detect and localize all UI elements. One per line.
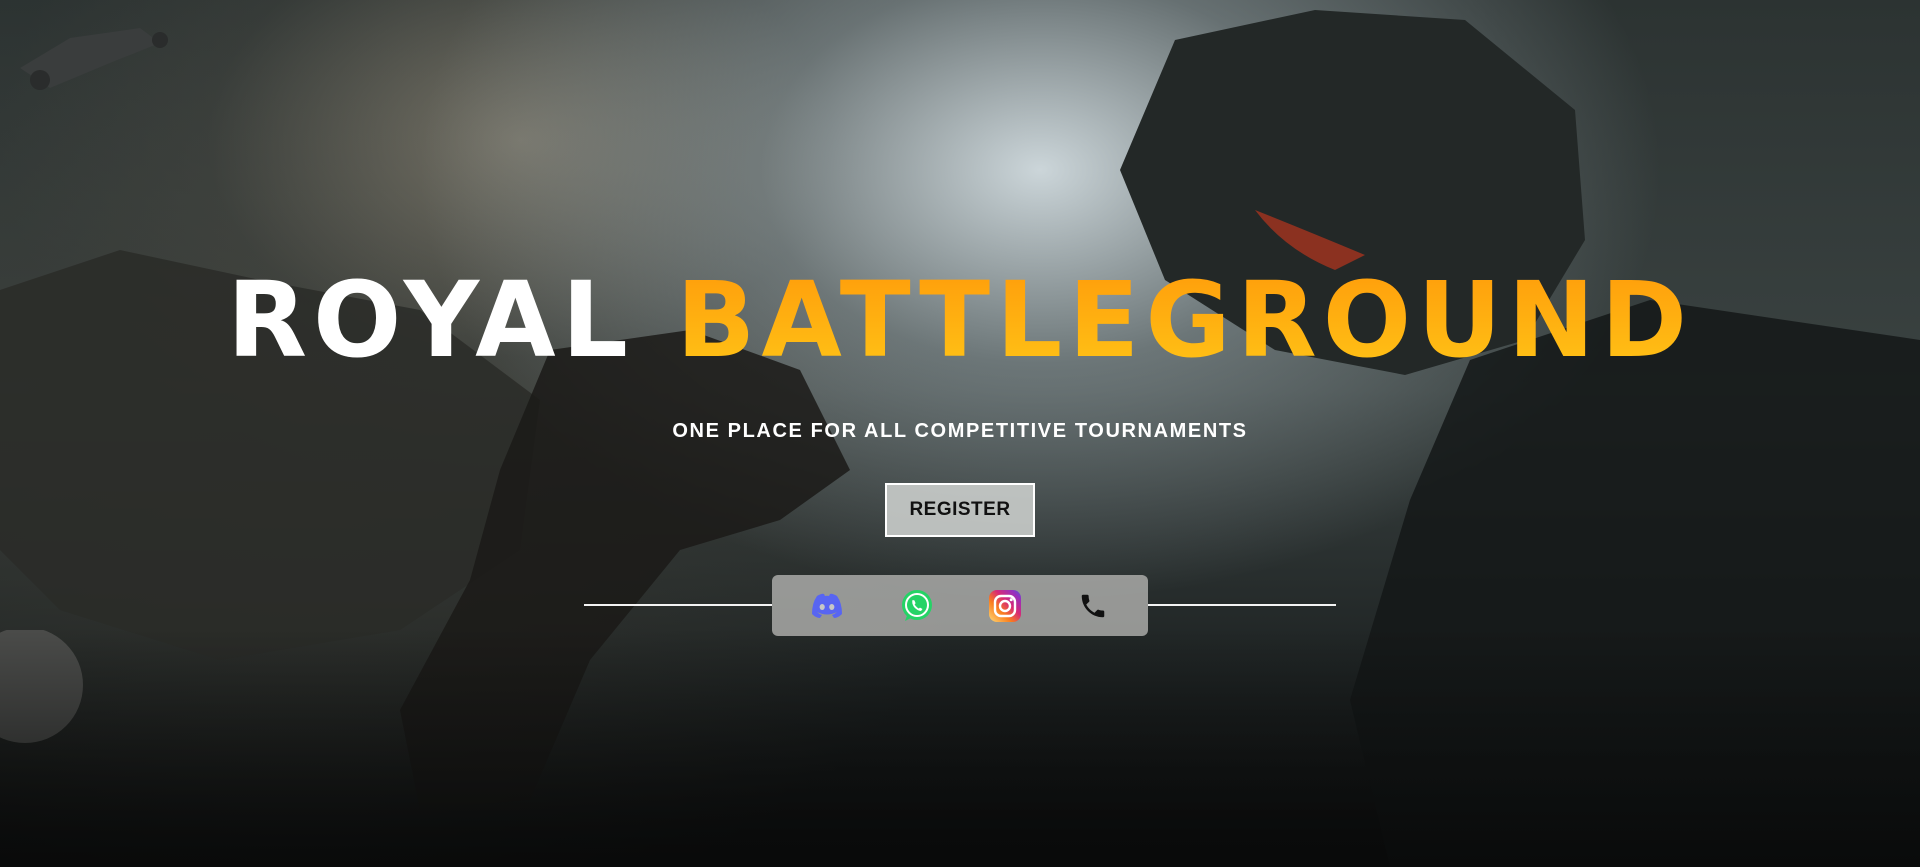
phone-icon [1078,591,1108,621]
discord-icon [810,593,844,619]
title-word-royal: ROYAL [226,259,634,381]
instagram-icon [988,589,1022,623]
title-word-battleground: BATTLEGROUND [676,259,1694,381]
discord-link[interactable] [810,589,844,623]
whatsapp-link[interactable] [900,589,934,623]
instagram-link[interactable] [988,589,1022,623]
page-title: ROYAL BATTLEGROUND [0,268,1920,372]
divider-right [1148,604,1336,606]
hero-content: ROYAL BATTLEGROUND ONE PLACE FOR ALL COM… [0,0,1920,867]
register-button[interactable]: REGISTER [885,483,1035,537]
divider-left [584,604,772,606]
tagline: ONE PLACE FOR ALL COMPETITIVE TOURNAMENT… [672,420,1248,442]
social-links-bar [772,575,1148,636]
phone-link[interactable] [1076,589,1110,623]
whatsapp-icon [900,589,934,623]
